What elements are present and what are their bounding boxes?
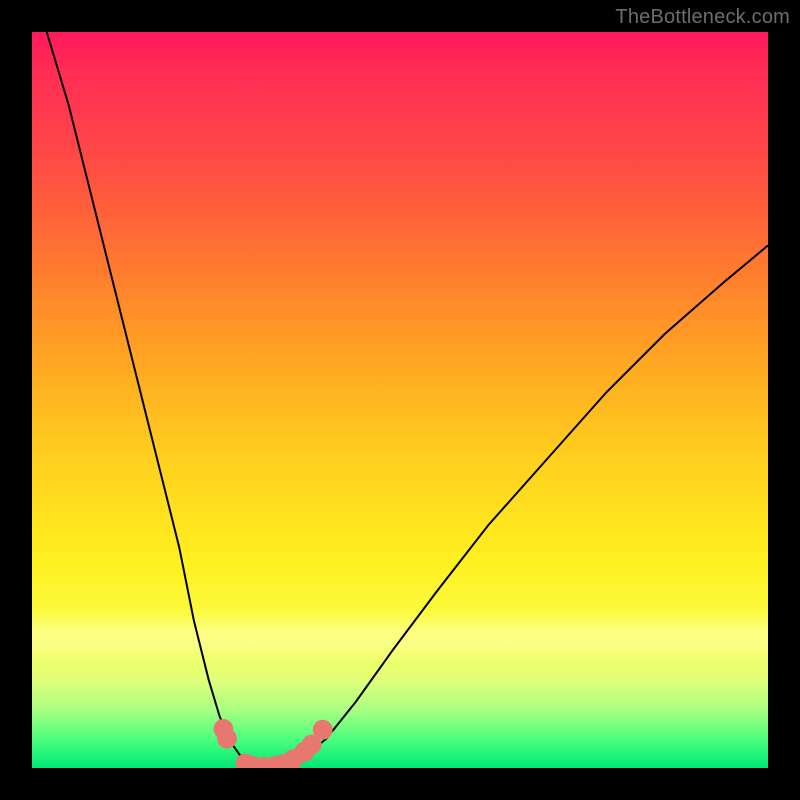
chart-frame: TheBottleneck.com	[0, 0, 800, 800]
marker-dot	[313, 720, 333, 740]
curve-left-line	[47, 32, 249, 765]
chart-svg	[32, 32, 768, 768]
marker-dot	[217, 729, 237, 749]
curve-right-line	[290, 245, 768, 765]
plot-area	[32, 32, 768, 768]
watermark-text: TheBottleneck.com	[615, 6, 790, 29]
marker-group	[213, 719, 332, 768]
